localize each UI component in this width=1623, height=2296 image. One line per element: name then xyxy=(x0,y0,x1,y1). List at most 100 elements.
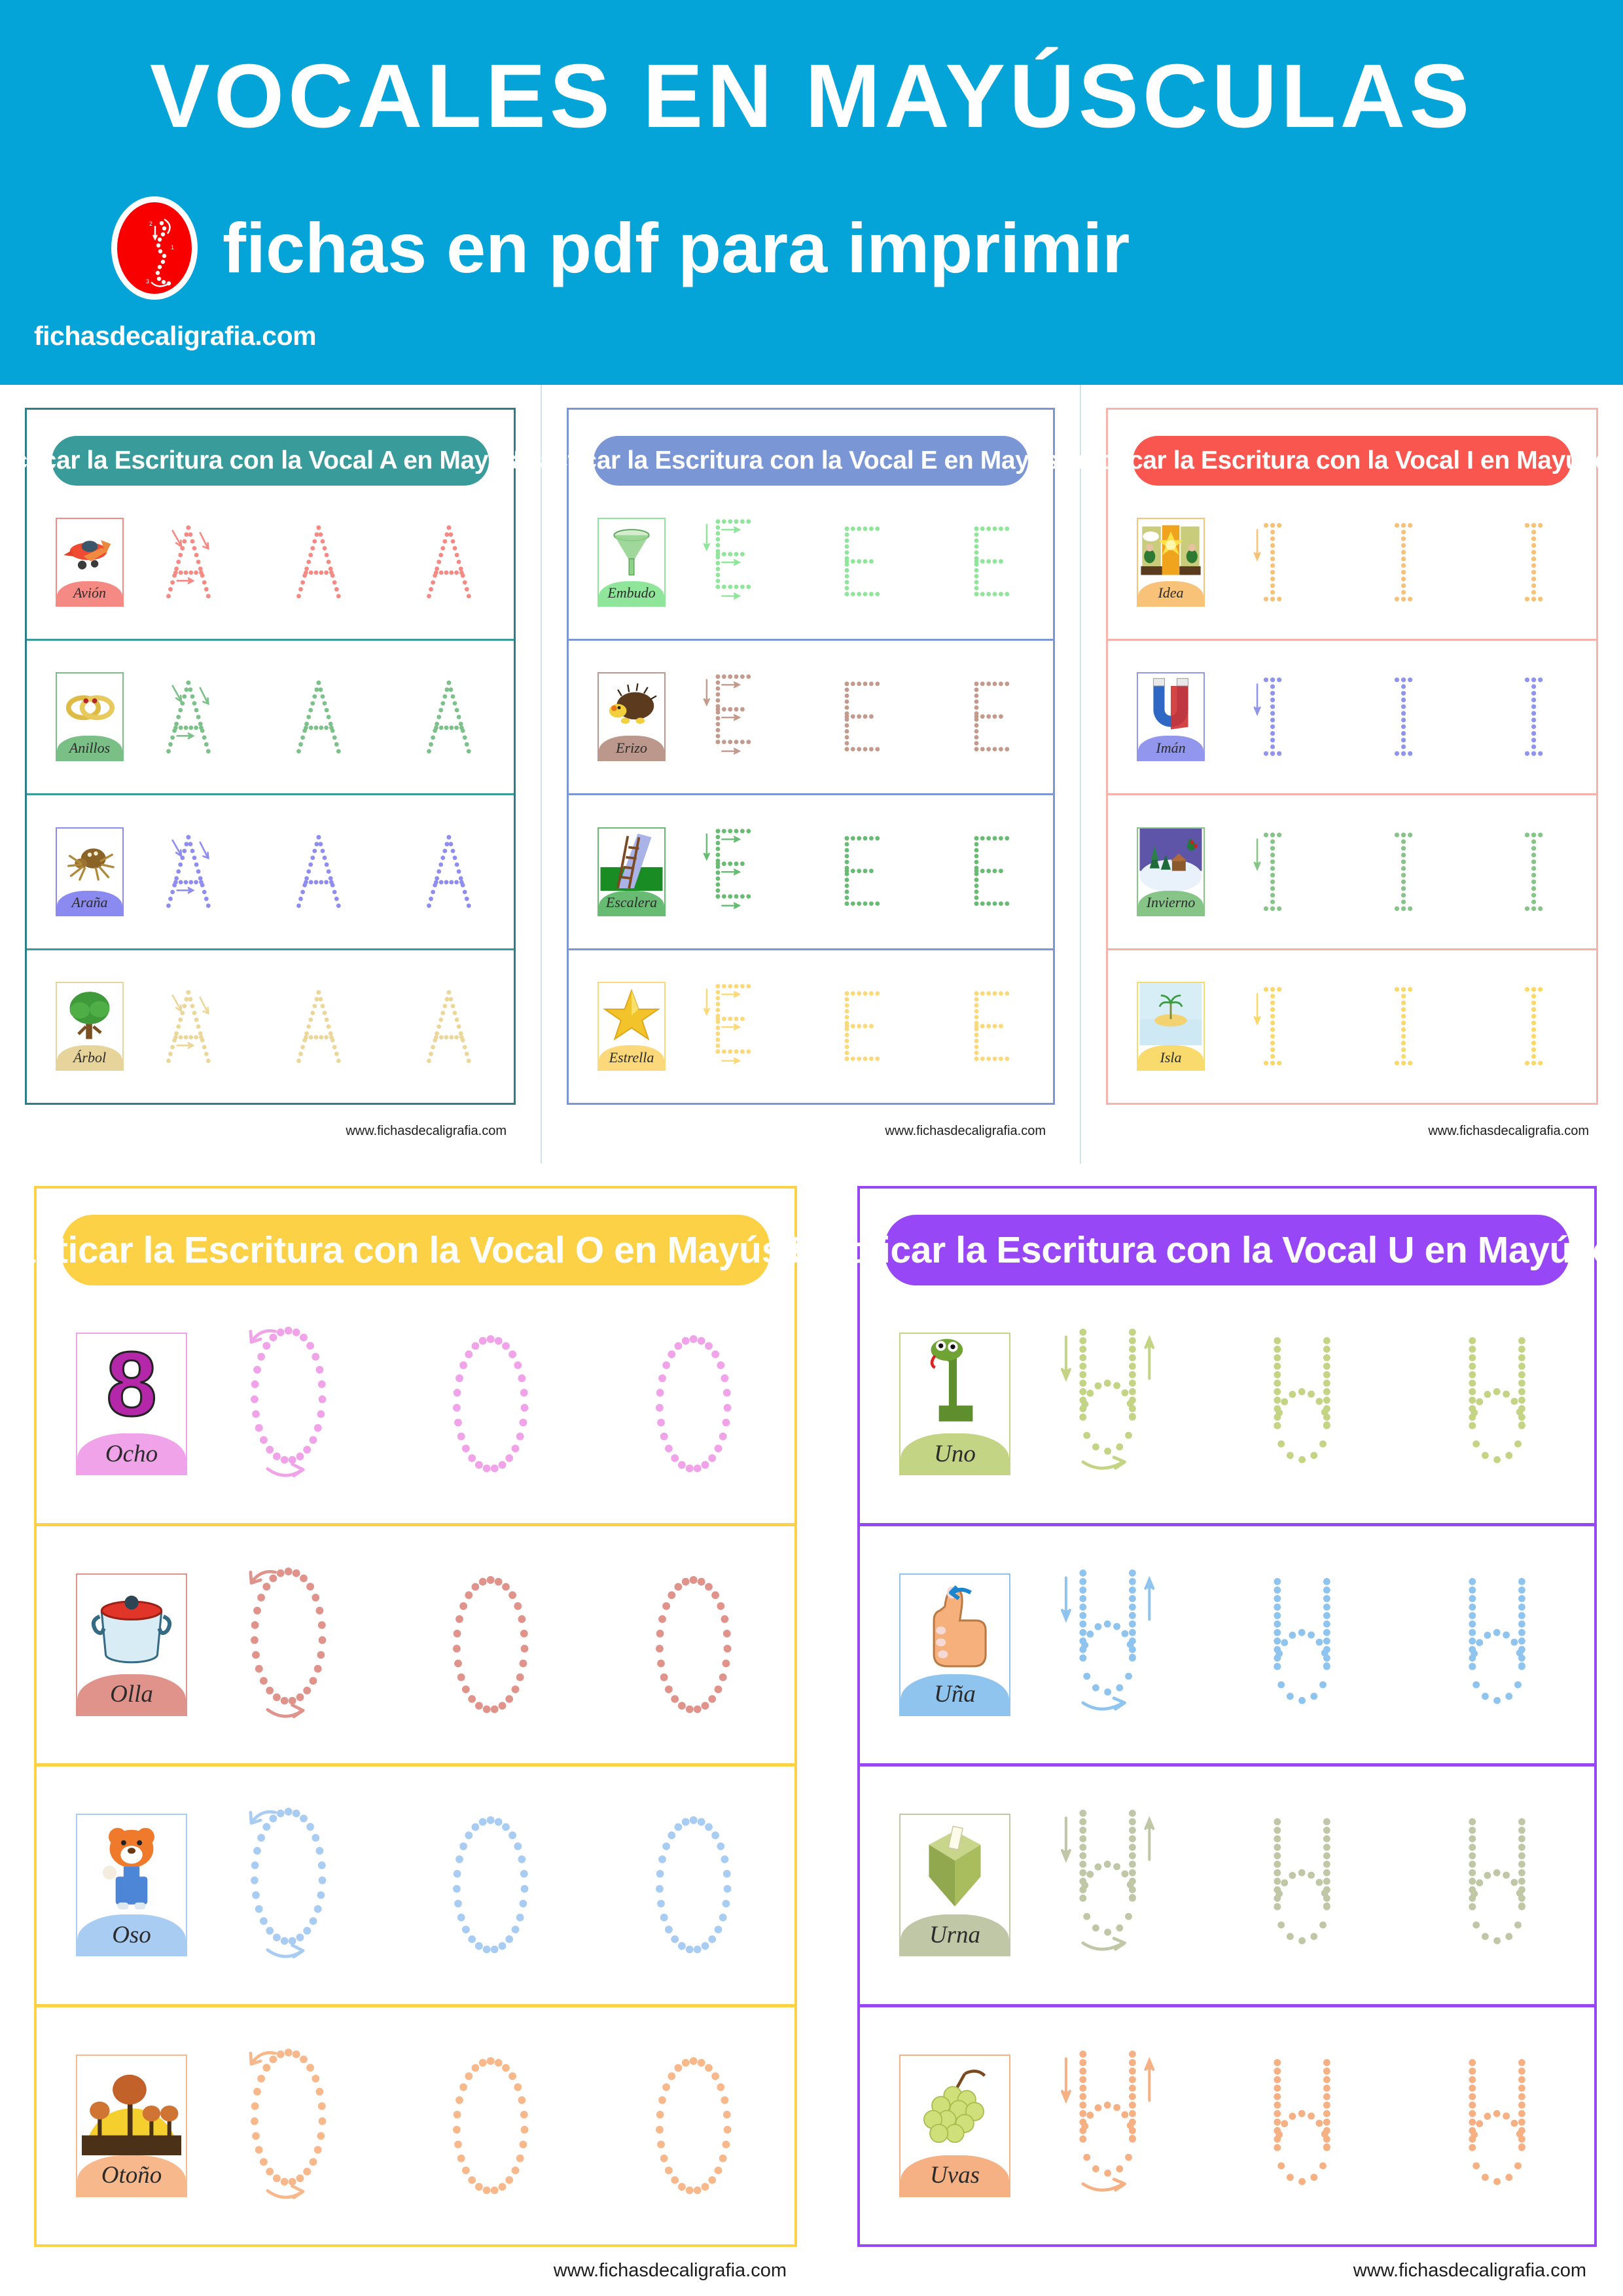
word-picture-card: Árbol xyxy=(56,982,124,1071)
letter-trace-e[interactable] xyxy=(960,988,1017,1065)
word-label: Oso xyxy=(77,1914,186,1956)
letter-trace-o-guided[interactable] xyxy=(238,1563,338,1727)
site-domain-label: fichasdecaligrafia.com xyxy=(34,321,317,351)
winter-icon xyxy=(1138,828,1204,891)
letter-trace-o-guided[interactable] xyxy=(238,1803,338,1967)
word-picture-card: Erizo xyxy=(597,672,666,762)
letter-tracing-group xyxy=(1205,795,1596,948)
practice-row: Idea xyxy=(1108,486,1596,639)
practice-row: Invierno xyxy=(1108,793,1596,948)
letter-trace-a-guided[interactable] xyxy=(160,679,217,755)
letter-trace-i[interactable] xyxy=(1512,521,1550,603)
worksheet-banner-o: Practicar la Escritura con la Vocal O en… xyxy=(0,1215,856,1285)
letter-trace-o-guided[interactable] xyxy=(238,1322,338,1486)
letter-trace-a[interactable] xyxy=(421,524,477,600)
letter-tracing-group xyxy=(1010,1526,1594,1764)
word-picture-card: Olla xyxy=(76,1573,187,1716)
letter-trace-a[interactable] xyxy=(291,524,347,600)
letter-trace-o[interactable] xyxy=(440,1571,541,1718)
letter-trace-a-guided[interactable] xyxy=(160,524,217,600)
letter-trace-e-guided[interactable] xyxy=(702,672,758,762)
letter-trace-i[interactable] xyxy=(1512,675,1550,758)
letter-trace-u-guided[interactable] xyxy=(1054,1326,1162,1482)
worksheet-banner-e: Practicar la Escritura con la Vocal E en… xyxy=(513,436,1109,486)
letter-trace-o[interactable] xyxy=(643,2053,743,2199)
letter-tracing-group xyxy=(124,795,514,948)
letter-trace-e-guided[interactable] xyxy=(702,516,758,607)
letter-trace-e[interactable] xyxy=(960,833,1017,910)
word-label: Araña xyxy=(57,890,122,915)
letter-trace-u[interactable] xyxy=(1248,1335,1356,1473)
letter-trace-o[interactable] xyxy=(440,1812,541,1958)
letter-trace-e[interactable] xyxy=(830,679,887,755)
worksheet-card-o: Practicar la Escritura con la Vocal O en… xyxy=(0,1186,856,2247)
letter-trace-i[interactable] xyxy=(1382,831,1420,913)
letter-trace-u-guided[interactable] xyxy=(1054,1567,1162,1723)
letter-trace-a[interactable] xyxy=(421,988,477,1065)
letter-trace-u[interactable] xyxy=(1443,1816,1551,1954)
letter-trace-u[interactable] xyxy=(1443,2056,1551,2195)
letter-trace-e[interactable] xyxy=(830,524,887,600)
letter-trace-o[interactable] xyxy=(643,1571,743,1718)
letter-trace-u-guided[interactable] xyxy=(1054,2048,1162,2204)
letter-trace-a-guided[interactable] xyxy=(160,988,217,1065)
letter-trace-a[interactable] xyxy=(291,833,347,910)
letter-tracing-group xyxy=(187,2007,794,2245)
word-label: Embudo xyxy=(599,581,664,605)
magnet-icon xyxy=(1138,673,1204,736)
grapes-icon xyxy=(901,2056,1009,2155)
word-picture-card: Imán xyxy=(1137,672,1205,762)
rings-icon xyxy=(57,673,122,736)
letter-trace-u[interactable] xyxy=(1443,1335,1551,1473)
letter-tracing-group xyxy=(124,641,514,794)
letter-trace-o[interactable] xyxy=(440,1331,541,1477)
letter-trace-e[interactable] xyxy=(830,833,887,910)
letter-trace-i-guided[interactable] xyxy=(1251,985,1289,1067)
word-picture-card: Oso xyxy=(76,1814,187,1957)
letter-trace-e[interactable] xyxy=(960,524,1017,600)
eight-icon: 8 xyxy=(77,1334,186,1433)
letter-trace-i[interactable] xyxy=(1382,521,1420,603)
letter-trace-a[interactable] xyxy=(291,679,347,755)
letter-trace-e[interactable] xyxy=(960,679,1017,755)
letter-trace-u[interactable] xyxy=(1248,1575,1356,1714)
letter-trace-i-guided[interactable] xyxy=(1251,521,1289,603)
letter-trace-a[interactable] xyxy=(291,988,347,1065)
letter-trace-e-guided[interactable] xyxy=(702,826,758,917)
letter-trace-i[interactable] xyxy=(1512,831,1550,913)
letter-trace-i[interactable] xyxy=(1382,675,1420,758)
practice-row: Embudo xyxy=(569,486,1053,639)
word-picture-card: Idea xyxy=(1137,517,1205,607)
letter-trace-o[interactable] xyxy=(643,1812,743,1958)
letter-tracing-group xyxy=(666,641,1053,794)
letter-trace-i[interactable] xyxy=(1382,985,1420,1067)
svg-text:3: 3 xyxy=(146,278,149,285)
letter-trace-o-guided[interactable] xyxy=(238,2044,338,2208)
sheet-footer-url: www.fichasdecaligrafia.com xyxy=(1353,2260,1586,2281)
letter-trace-i-guided[interactable] xyxy=(1251,675,1289,758)
letter-trace-a[interactable] xyxy=(421,679,477,755)
letter-trace-i[interactable] xyxy=(1512,985,1550,1067)
letter-trace-e[interactable] xyxy=(830,988,887,1065)
letter-trace-o[interactable] xyxy=(440,2053,541,2199)
practice-row: Otoño xyxy=(37,2003,794,2245)
practice-row: Olla xyxy=(37,1522,794,1764)
worksheet-row-bottom: Practicar la Escritura con la Vocal O en… xyxy=(0,1164,1623,2296)
letter-trace-o[interactable] xyxy=(643,1331,743,1477)
letter-trace-a[interactable] xyxy=(421,833,477,910)
letter-trace-u[interactable] xyxy=(1248,1816,1356,1954)
svg-text:1: 1 xyxy=(171,244,174,251)
letter-trace-u-guided[interactable] xyxy=(1054,1807,1162,1963)
svg-text:8: 8 xyxy=(106,1334,157,1433)
letter-trace-i-guided[interactable] xyxy=(1251,831,1289,913)
worksheet-card-a: Practicar la Escritura con la Vocal A en… xyxy=(0,408,568,1105)
word-label: Ocho xyxy=(77,1433,186,1475)
word-label: Uvas xyxy=(901,2155,1009,2196)
worksheet-column-e: Practicar la Escritura con la Vocal E en… xyxy=(513,385,1109,1164)
letter-trace-u[interactable] xyxy=(1443,1575,1551,1714)
letter-trace-u[interactable] xyxy=(1248,2056,1356,2195)
letter-trace-a-guided[interactable] xyxy=(160,833,217,910)
page-title: VOCALES EN MAYÚSCULAS xyxy=(149,46,1474,147)
letter-trace-e-guided[interactable] xyxy=(702,981,758,1072)
worksheet-banner-i: Practicar la Escritura con la Vocal I en… xyxy=(1060,436,1623,486)
